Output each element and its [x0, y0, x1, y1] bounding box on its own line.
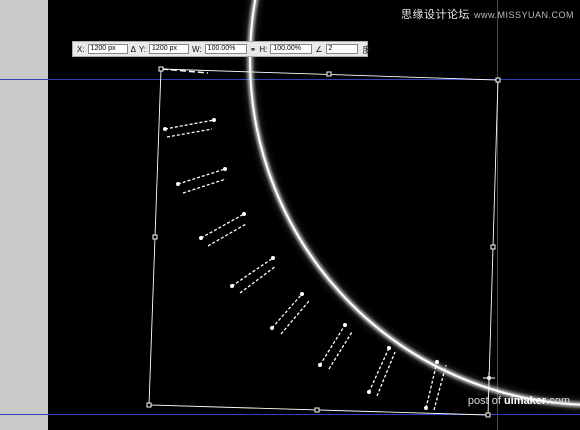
handle-top-right[interactable] [495, 77, 501, 83]
w-label: W: [192, 44, 202, 54]
watermark-suffix: .com [546, 395, 570, 407]
transform-bounding-box[interactable] [148, 68, 499, 416]
link-icon[interactable]: ⚭ [250, 45, 257, 54]
transform-handles[interactable] [146, 66, 501, 418]
watermark-site-url: www.MISSYUAN.COM [473, 10, 574, 20]
angle-unit: 度 [362, 44, 372, 55]
artwork [146, 0, 580, 418]
handle-bottom-middle[interactable] [314, 407, 320, 413]
stroke-endpoints [163, 118, 439, 410]
w-field[interactable] [204, 44, 247, 54]
delta-icon[interactable]: Δ [131, 45, 136, 54]
x-label: X: [77, 44, 85, 54]
angle-field[interactable] [325, 44, 358, 54]
transform-options-bar: X: Δ Y: W: ⚭ H: ∠ 度 [72, 41, 372, 57]
crosshair-icon[interactable] [483, 372, 495, 384]
watermark-bottom: post of uimaker.com [468, 395, 570, 407]
canvas-area[interactable]: X: Δ Y: W: ⚭ H: ∠ 度 思缘设计论坛www.MISSYUAN.C… [0, 0, 580, 430]
h-field[interactable] [270, 44, 313, 54]
glowing-ring [244, 0, 580, 411]
handle-middle-right[interactable] [490, 244, 496, 250]
watermark-brand: uimaker [503, 395, 547, 407]
handle-bottom-right[interactable] [485, 412, 491, 418]
handle-top-left[interactable] [158, 66, 164, 72]
watermark-top: 思缘设计论坛 www.MISSYUAN.COM [401, 6, 574, 22]
y-field[interactable] [149, 44, 190, 54]
watermark-site-cn: 思缘设计论坛 [400, 9, 470, 21]
h-label: H: [259, 44, 268, 54]
watermark-prefix: post of [467, 395, 504, 407]
angle-icon: ∠ [315, 44, 323, 54]
dashed-strokes [164, 119, 447, 411]
x-field[interactable] [87, 44, 128, 54]
handle-top-middle[interactable] [326, 71, 332, 77]
y-label: Y: [138, 44, 147, 54]
handle-middle-left[interactable] [152, 234, 158, 240]
handle-bottom-left[interactable] [146, 402, 152, 408]
